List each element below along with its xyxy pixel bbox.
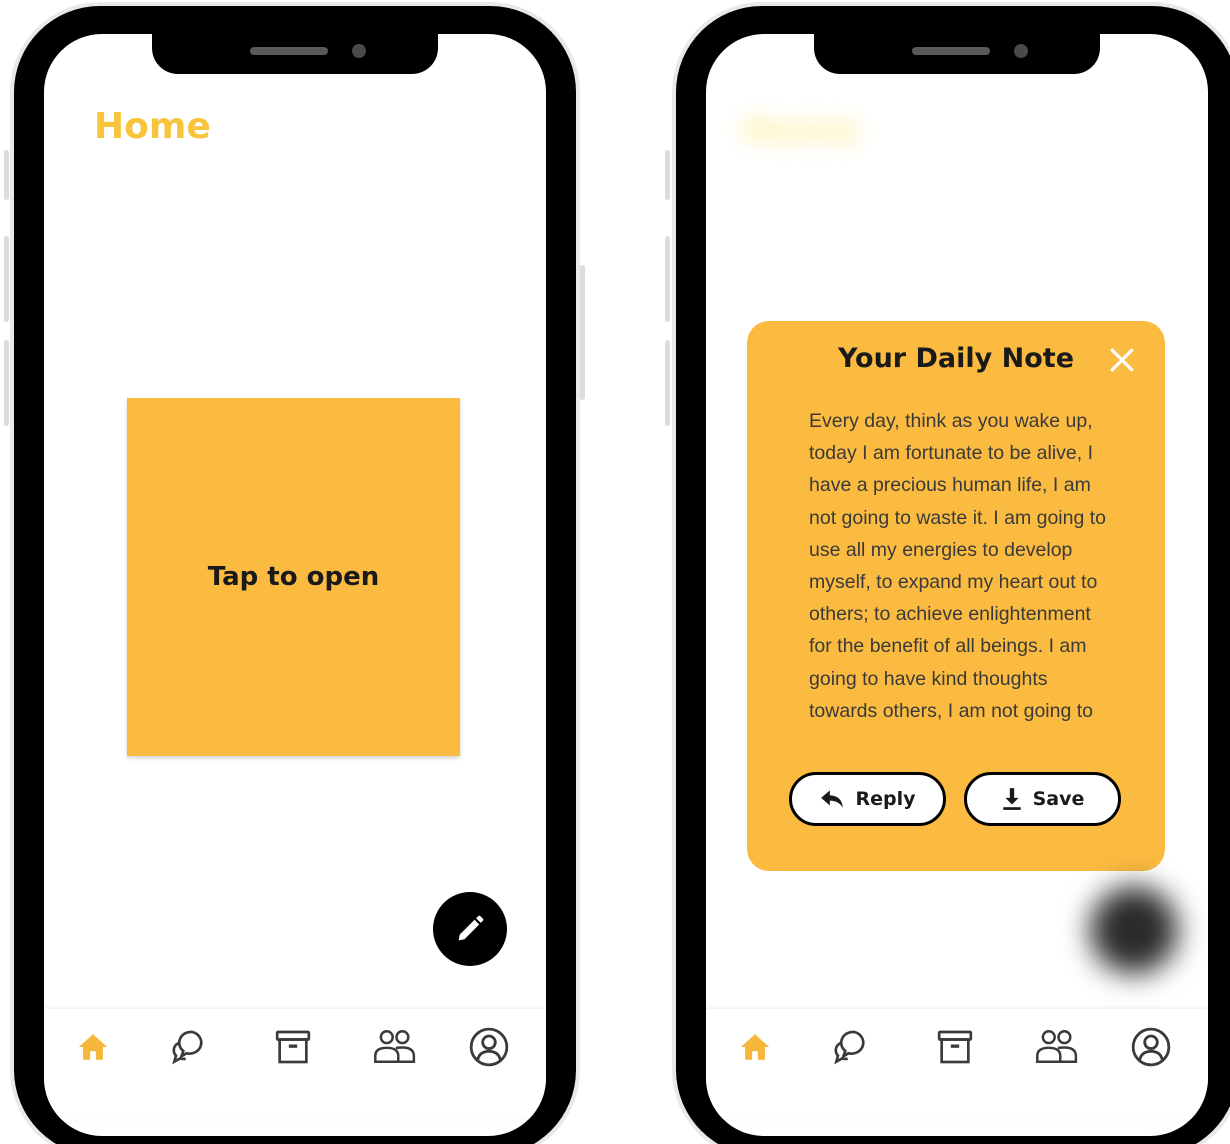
chat-bubbles-icon: [172, 1030, 203, 1065]
note-text-line: others; to achieve enlightenment: [809, 603, 1091, 626]
note-text-line: have a precious human life, I am: [809, 474, 1091, 497]
power-button: [580, 265, 585, 400]
note-text-line: for the benefit of all beings. I am: [809, 635, 1087, 658]
nav-friends[interactable]: [372, 1025, 418, 1069]
nav-profile[interactable]: [466, 1025, 512, 1069]
nav-home[interactable]: [732, 1025, 778, 1069]
nav-home[interactable]: [70, 1025, 116, 1069]
chat-bubbles-icon: [834, 1030, 865, 1065]
nav-chats[interactable]: [166, 1025, 212, 1069]
profile-icon: [1131, 1027, 1171, 1067]
friends-icon: [374, 1029, 416, 1064]
close-icon: [1110, 348, 1134, 372]
note-text-line: not going to waste it. I am going to: [809, 506, 1107, 529]
note-text-line: going to have kind thoughts: [809, 667, 1048, 690]
daily-note-dialog: Your Daily Note Every day, think as you …: [747, 321, 1165, 871]
daily-note-card[interactable]: Tap to open: [127, 398, 460, 756]
dialog-title: Your Daily Note: [837, 343, 1075, 374]
close-button[interactable]: [1107, 345, 1137, 375]
archive-box-icon: [275, 1030, 311, 1064]
reply-button[interactable]: Reply: [789, 772, 946, 826]
front-camera: [1014, 44, 1028, 58]
phone-notch: [814, 34, 1100, 74]
note-text-line: use all my energies to develop: [809, 538, 1073, 561]
save-label: Save: [1032, 788, 1085, 810]
nav-profile[interactable]: [1128, 1025, 1174, 1069]
silent-switch: [665, 150, 670, 200]
profile-icon: [469, 1027, 509, 1067]
bottom-nav: [706, 1009, 1208, 1119]
note-screen: Home Your Daily Note Every day, think as…: [706, 34, 1208, 1136]
download-icon: [1002, 788, 1021, 810]
pencil-icon: [458, 915, 484, 941]
nav-chats[interactable]: [828, 1025, 874, 1069]
note-card-label: Tap to open: [207, 562, 380, 592]
phone-frame-home: Home Tap to open: [14, 6, 576, 1144]
phone-notch: [152, 34, 438, 74]
nav-friends[interactable]: [1034, 1025, 1080, 1069]
note-text-line: Every day, think as you wake up,: [809, 410, 1093, 432]
page-title: Home: [94, 106, 211, 147]
compose-button-blurred: [1090, 886, 1178, 974]
page-title-blurred: Home: [742, 110, 859, 151]
volume-down-button: [4, 340, 9, 426]
reply-arrow-icon: [821, 790, 844, 808]
friends-icon: [1036, 1029, 1078, 1064]
note-text-line: myself, to expand my heart out to: [809, 571, 1098, 594]
compose-button[interactable]: [433, 892, 507, 966]
note-text-line: today I am fortunate to be alive, I: [809, 442, 1093, 465]
reply-label: Reply: [855, 788, 916, 810]
save-button[interactable]: Save: [964, 772, 1121, 826]
silent-switch: [4, 150, 9, 200]
front-camera: [352, 44, 366, 58]
nav-archive[interactable]: [932, 1025, 978, 1069]
nav-archive[interactable]: [270, 1025, 316, 1069]
note-text: Every day, think as you wake up, today I…: [809, 405, 1129, 727]
phone-frame-note: Home Your Daily Note Every day, think as…: [676, 6, 1230, 1144]
bottom-nav: [44, 1009, 546, 1119]
archive-box-icon: [937, 1030, 973, 1064]
home-icon: [78, 1034, 108, 1060]
speaker-grille: [912, 47, 990, 55]
volume-down-button: [665, 340, 670, 426]
note-text-line: towards others, I am not going to: [809, 699, 1093, 722]
home-screen: Home Tap to open: [44, 34, 546, 1136]
volume-up-button: [665, 236, 670, 322]
speaker-grille: [250, 47, 328, 55]
volume-up-button: [4, 236, 9, 322]
home-icon: [740, 1034, 770, 1060]
